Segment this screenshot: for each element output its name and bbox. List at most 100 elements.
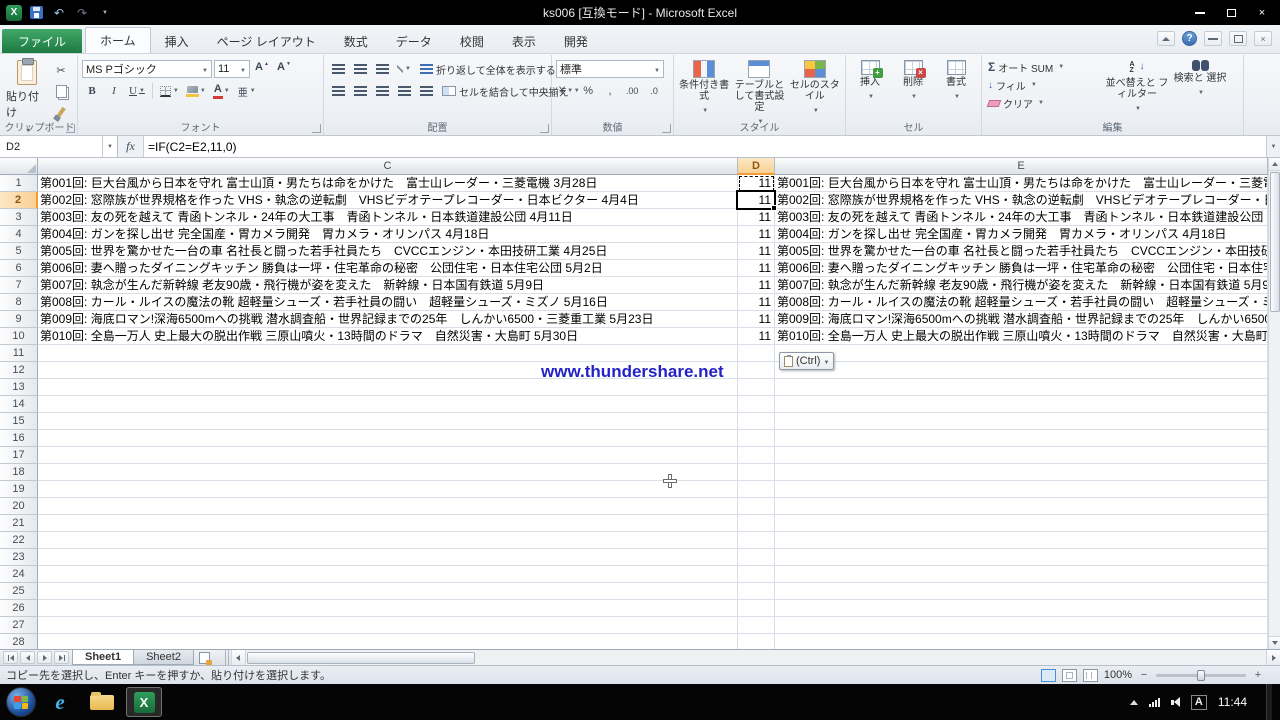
increase-indent-button[interactable] (416, 82, 436, 101)
alignment-dialog-launcher[interactable] (540, 124, 549, 133)
align-center-button[interactable] (350, 82, 370, 101)
row-header-3[interactable]: 3 (0, 209, 38, 226)
expand-formula-bar-button[interactable] (1266, 136, 1280, 157)
cell-D12[interactable] (738, 362, 775, 379)
row-header-6[interactable]: 6 (0, 260, 38, 277)
cell-D26[interactable] (738, 600, 775, 617)
percent-format-button[interactable]: % (578, 82, 598, 101)
cell-E1[interactable]: 第001回: 巨大台風から日本を守れ 富士山頂・男たちは命をかけた 富士山レーダ… (775, 175, 1268, 192)
cell-D17[interactable] (738, 447, 775, 464)
help-icon[interactable]: ? (1182, 31, 1197, 46)
cell-E28[interactable] (775, 634, 1268, 649)
decrease-indent-button[interactable] (394, 82, 414, 101)
cell-E16[interactable] (775, 430, 1268, 447)
align-right-button[interactable] (372, 82, 392, 101)
minimize-button[interactable] (1186, 4, 1214, 22)
cell-D1[interactable]: 11 (738, 175, 775, 192)
next-sheet-button[interactable] (37, 651, 52, 664)
cell-E2[interactable]: 第002回: 窓際族が世界規格を作った VHS・執念の逆転劇 VHSビデオテープ… (775, 192, 1268, 209)
conditional-formatting-button[interactable]: 条件付き書式 (678, 58, 730, 128)
paste-options-button[interactable]: (Ctrl) (779, 352, 834, 370)
row-header-18[interactable]: 18 (0, 464, 38, 481)
select-all-corner[interactable] (0, 158, 38, 175)
row-header-22[interactable]: 22 (0, 532, 38, 549)
delete-cells-button[interactable]: 削除 (893, 58, 933, 103)
shrink-font-button[interactable]: A▼ (274, 60, 294, 79)
format-as-table-button[interactable]: テーブルとして書式設定 (733, 58, 785, 128)
number-dialog-launcher[interactable] (662, 124, 671, 133)
comma-format-button[interactable]: , (600, 82, 620, 101)
fill-color-button[interactable] (184, 82, 209, 101)
zoom-in-button[interactable]: + (1252, 670, 1264, 681)
cell-E22[interactable] (775, 532, 1268, 549)
cell-styles-button[interactable]: セルのスタイル (789, 58, 841, 128)
cell-C4[interactable]: 第004回: ガンを探し出せ 完全国産・胃カメラ開発 胃カメラ・オリンパス 4月… (38, 226, 738, 243)
row-header-19[interactable]: 19 (0, 481, 38, 498)
clipboard-dialog-launcher[interactable] (66, 124, 75, 133)
taskbar-excel[interactable]: X (126, 687, 162, 717)
name-box-dropdown[interactable] (103, 136, 118, 157)
cell-C27[interactable] (38, 617, 738, 634)
cell-C20[interactable] (38, 498, 738, 515)
ribbon-tab-6[interactable]: 校閲 (446, 29, 498, 53)
workbook-minimize-button[interactable] (1204, 31, 1222, 46)
cell-C6[interactable]: 第006回: 妻へ贈ったダイニングキッチン 勝負は一坪・住宅革命の秘密 公団住宅… (38, 260, 738, 277)
row-header-12[interactable]: 12 (0, 362, 38, 379)
cell-E13[interactable] (775, 379, 1268, 396)
cell-C1[interactable]: 第001回: 巨大台風から日本を守れ 富士山頂・男たちは命をかけた 富士山レーダ… (38, 175, 738, 192)
row-header-7[interactable]: 7 (0, 277, 38, 294)
row-header-17[interactable]: 17 (0, 447, 38, 464)
cell-C18[interactable] (38, 464, 738, 481)
scroll-down-button[interactable] (1269, 636, 1280, 649)
column-header-E[interactable]: E (775, 158, 1268, 175)
cell-C24[interactable] (38, 566, 738, 583)
row-header-11[interactable]: 11 (0, 345, 38, 362)
cell-D5[interactable]: 11 (738, 243, 775, 260)
column-header-D[interactable]: D (738, 158, 775, 175)
cell-D21[interactable] (738, 515, 775, 532)
row-header-10[interactable]: 10 (0, 328, 38, 345)
ribbon-tab-8[interactable]: 開発 (550, 29, 602, 53)
ribbon-tab-3[interactable]: ページ レイアウト (203, 29, 330, 53)
close-button[interactable]: × (1248, 4, 1276, 22)
cell-D27[interactable] (738, 617, 775, 634)
cell-E20[interactable] (775, 498, 1268, 515)
cell-E8[interactable]: 第008回: カール・ルイスの魔法の靴 超軽量シューズ・若手社員の闘い 超軽量シ… (775, 294, 1268, 311)
cell-C7[interactable]: 第007回: 執念が生んだ新幹線 老友90歳・飛行機が姿を変えた 新幹線・日本国… (38, 277, 738, 294)
ribbon-tab-5[interactable]: データ (382, 29, 446, 53)
cell-C26[interactable] (38, 600, 738, 617)
row-header-14[interactable]: 14 (0, 396, 38, 413)
row-header-13[interactable]: 13 (0, 379, 38, 396)
cell-C19[interactable] (38, 481, 738, 498)
cell-C22[interactable] (38, 532, 738, 549)
bold-button[interactable]: B (82, 82, 102, 101)
cell-E18[interactable] (775, 464, 1268, 481)
vertical-scrollbar[interactable] (1268, 158, 1280, 649)
formula-input[interactable]: =IF(C2=E2,11,0) (144, 136, 1266, 157)
normal-view-button[interactable] (1041, 669, 1056, 682)
currency-format-button[interactable]: ¥ (556, 82, 576, 101)
page-layout-view-button[interactable] (1062, 669, 1077, 682)
cell-D13[interactable] (738, 379, 775, 396)
workbook-close-button[interactable]: × (1254, 31, 1272, 46)
wrap-text-button[interactable]: 折り返して全体を表示する (416, 59, 560, 79)
first-sheet-button[interactable] (3, 651, 18, 664)
insert-cells-button[interactable]: 挿入 (850, 58, 890, 103)
horizontal-scroll-thumb[interactable] (247, 652, 475, 664)
volume-icon[interactable] (1171, 697, 1180, 707)
row-header-4[interactable]: 4 (0, 226, 38, 243)
cell-C2[interactable]: 第002回: 窓際族が世界規格を作った VHS・執念の逆転劇 VHSビデオテープ… (38, 192, 738, 209)
cell-C3[interactable]: 第003回: 友の死を越えて 青函トンネル・24年の大工事 青函トンネル・日本鉄… (38, 209, 738, 226)
scroll-left-button[interactable] (232, 650, 246, 665)
cell-D25[interactable] (738, 583, 775, 600)
scroll-right-button[interactable] (1266, 650, 1280, 665)
cell-C25[interactable] (38, 583, 738, 600)
cell-C21[interactable] (38, 515, 738, 532)
cell-C14[interactable] (38, 396, 738, 413)
vertical-scroll-thumb[interactable] (1270, 172, 1280, 312)
workbook-restore-button[interactable] (1229, 31, 1247, 46)
sheet-tab-sheet1[interactable]: Sheet1 (72, 650, 134, 665)
row-header-28[interactable]: 28 (0, 634, 38, 649)
cell-D10[interactable]: 11 (738, 328, 775, 345)
cell-E24[interactable] (775, 566, 1268, 583)
